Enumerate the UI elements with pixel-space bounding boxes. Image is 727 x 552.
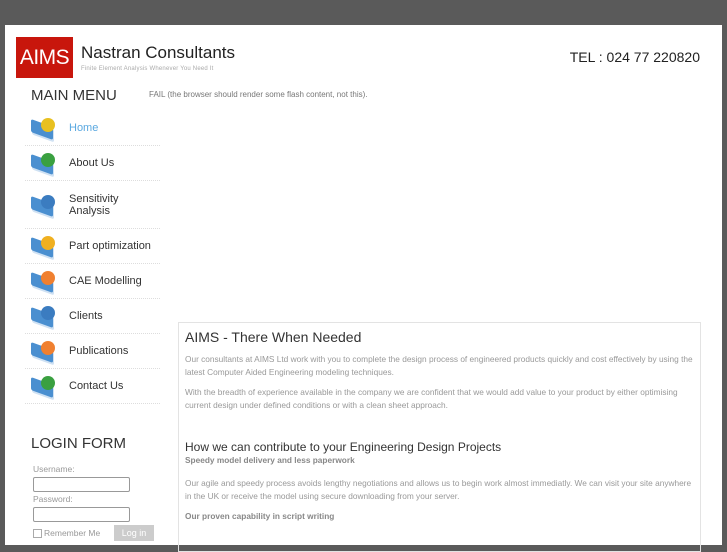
paragraph: Our agile and speedy process avoids leng… [185,478,692,501]
paragraph: With the breadth of experience available… [185,387,678,410]
lifebuoy-icon [31,340,59,364]
menu-item-publications[interactable]: Publications [25,334,160,369]
company-name: Nastran Consultants [81,43,236,62]
user-icon [31,152,59,176]
menu-item-label: Clients [69,310,103,322]
menu-item-label: Sensitivity Analysis [69,192,119,217]
menu-item-label: Part optimization [69,240,151,252]
login-form-title: LOGIN FORM [31,435,127,452]
user-icon [31,375,59,399]
subheading: Our proven capability in script writing [185,511,335,521]
menu-item-label: Contact Us [69,380,124,392]
puzzle-icon [31,117,59,141]
password-input[interactable] [33,507,130,522]
section-heading: How we can contribute to your Engineerin… [185,440,502,454]
username-input[interactable] [33,477,130,492]
menu-item-label: About Us [69,157,115,169]
menu-item-about-us[interactable]: About Us [25,146,160,181]
menu-item-sensitivity-analysis[interactable]: Sensitivity Analysis [25,181,160,229]
menu-item-home[interactable]: Home [25,111,160,146]
page: AIMS Nastran Consultants Finite Element … [5,25,722,552]
main-menu: Home About Us Sensitivity Analysis Part opt… [25,111,160,404]
content-box: AIMS - There When Needed Our consultants… [178,322,701,552]
password-label: Password: [33,494,73,504]
telephone: TEL : 024 77 220820 [569,49,700,65]
menu-item-label: Publications [69,345,129,357]
menu-item-part-optimization[interactable]: Part optimization [25,229,160,264]
remember-me-checkbox[interactable] [33,529,42,538]
menu-item-label: CAE Modelling [69,275,142,287]
logo[interactable]: AIMS [16,37,73,78]
globe-icon [31,194,59,217]
lifebuoy-icon [31,270,59,294]
arrow-icon [31,235,59,259]
menu-item-cae-modelling[interactable]: CAE Modelling [25,264,160,299]
login-button[interactable]: Log in [114,525,154,541]
username-label: Username: [33,464,75,474]
subheading: Speedy model delivery and less paperwork [185,455,355,465]
globe-icon [31,305,59,329]
main-menu-title: MAIN MENU [31,87,117,104]
tagline: Finite Element Analysis Whenever You Nee… [81,66,214,72]
flash-fallback-text: FAIL (the browser should render some fla… [149,90,368,99]
remember-me-label: Remember Me [44,528,101,538]
paragraph: Our consultants at AIMS Ltd work with yo… [185,354,693,377]
content-title: AIMS - There When Needed [185,329,362,345]
menu-item-contact-us[interactable]: Contact Us [25,369,160,404]
menu-item-label: Home [69,122,99,134]
menu-item-clients[interactable]: Clients [25,299,160,334]
